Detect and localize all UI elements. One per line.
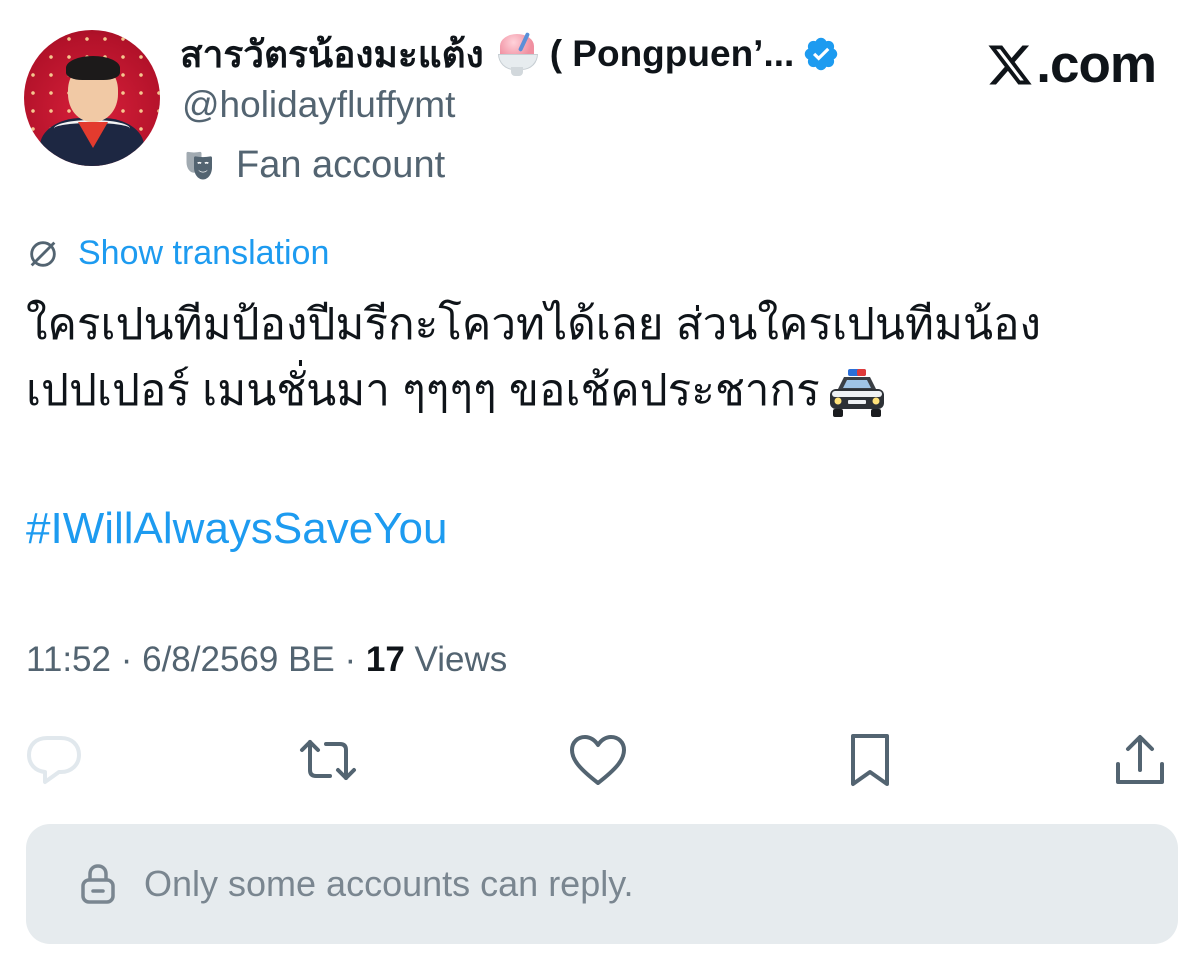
author-display-name[interactable]: สารวัตรน้องมะแต้ง [180,25,484,84]
tweet-date[interactable]: 6/8/2569 BE [142,640,335,679]
tweet-time[interactable]: 11:52 [26,640,111,679]
bookmark-button[interactable] [840,730,900,790]
author-affiliation: Fan account [182,144,445,187]
x-logo-site-text: .com [1036,35,1157,94]
tweet-text: ใครเปนทีมป้องปีมรีกะโควทได้เลย ส่วนใครเป… [26,292,1166,424]
action-bar [0,730,1200,790]
shaved-ice-emoji [494,32,540,76]
show-translation-link[interactable]: Show translation [78,234,329,273]
share-button[interactable] [1110,730,1170,790]
verified-badge-icon[interactable] [802,35,840,73]
author-name-row[interactable]: สารวัตรน้องมะแต้ง ( Pongpuen’... [180,28,840,80]
bookmark-icon [851,734,889,786]
affiliation-label: Fan account [236,144,446,186]
retweet-button[interactable] [298,730,358,790]
tweet-hashtag[interactable]: #IWillAlwaysSaveYou [26,504,447,554]
heart-icon [570,735,626,785]
lock-icon [81,864,115,904]
translation-row[interactable]: Show translation [26,234,329,273]
x-logo-icon [988,45,1032,84]
tweet-text-line-2: เปปเปอร์ เมนชั่นมา ๆๆๆๆ ขอเช้คประชากร [26,366,820,415]
share-icon [1116,735,1164,784]
like-button[interactable] [568,730,628,790]
reply-restriction-text: Only some accounts can reply. [144,863,634,904]
views-label: Views [414,640,508,679]
avatar-hair [66,56,120,80]
tweet-meta: 11:52 · 6/8/2569 BE · 17 Views [26,640,507,680]
police-car-emoji [829,369,884,418]
author-handle[interactable]: @holidayfluffymt [182,84,455,126]
reply-restriction-box: Only some accounts can reply. [26,824,1178,944]
author-name-suffix[interactable]: ( Pongpuen’... [550,33,795,75]
x-logo[interactable]: .com [986,34,1157,95]
theater-mask-icon [186,151,212,179]
reply-icon [27,736,81,784]
avatar[interactable] [24,30,160,166]
reply-button[interactable] [24,730,84,790]
retweet-icon [300,740,356,780]
tweet-text-line-1: ใครเปนทีมป้องปีมรีกะโควทได้เลย ส่วนใครเป… [26,300,1042,349]
tweet-text-line-2-container: เปปเปอร์ เมนชั่นมา ๆๆๆๆ ขอเช้คประชากร [26,358,1166,424]
globe-icon [30,240,56,267]
meta-separator: · [111,640,143,679]
meta-separator: · [334,640,366,679]
views-count: 17 [365,640,405,679]
